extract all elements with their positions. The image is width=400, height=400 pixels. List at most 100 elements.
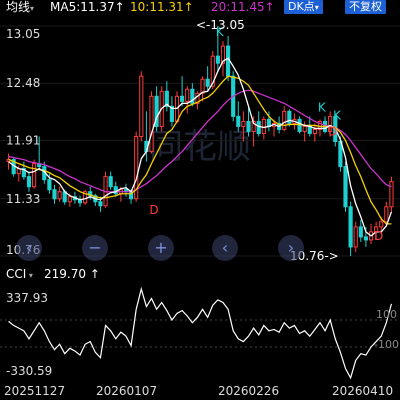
- x-tick-label: 20251127: [4, 384, 66, 398]
- candle-body: [389, 181, 394, 208]
- candle-body: [200, 78, 205, 94]
- candle: [103, 171, 108, 208]
- candle-body: [312, 128, 317, 134]
- signal-marker-k: K: [318, 100, 327, 114]
- candle: [389, 176, 394, 212]
- candle: [200, 76, 205, 102]
- candle-body: [287, 110, 292, 124]
- x-tick-label: 20260226: [218, 384, 280, 398]
- dropdown-icon: ▾: [314, 3, 319, 12]
- candle-body: [297, 118, 302, 132]
- candle-body: [225, 45, 231, 77]
- candle-body: [215, 55, 220, 64]
- cci-line: [8, 286, 393, 380]
- up-arrow-icon: ↑: [89, 267, 100, 281]
- indicator-select-label: 均线: [6, 0, 31, 14]
- cci-bottom-label: -330.59: [6, 364, 52, 378]
- candle-body: [241, 120, 246, 127]
- candle: [164, 81, 169, 112]
- ma20-value: 20:11.45↑: [211, 0, 275, 14]
- candle-body: [149, 95, 154, 153]
- cci-value: 219.70 ↑: [44, 267, 100, 281]
- candle: [154, 86, 159, 132]
- candle-body: [358, 226, 363, 238]
- ma5-label: MA5:11.37: [50, 0, 115, 14]
- candle: [220, 41, 226, 77]
- price-axis-labels: 13.0512.4811.9111.3310.76: [6, 27, 40, 257]
- candle-body: [363, 236, 369, 241]
- candle-body: [302, 125, 307, 132]
- candle: [83, 189, 88, 205]
- candle-body: [246, 120, 251, 132]
- dk-button[interactable]: DK点▾: [284, 0, 323, 14]
- price-chart[interactable]: 同花顺 KKDDKD 13.0512.4811.9111.3310.76 <-1…: [0, 0, 400, 262]
- candle: [205, 66, 210, 92]
- indicator-bar: 均线▾ MA5:11.37↑ 10:11.31↑ 20:11.45↑ DK点▾ …: [0, 0, 400, 16]
- plus-icon[interactable]: +: [148, 235, 174, 261]
- price-tick-label: 11.91: [6, 133, 40, 147]
- signal-marker-k: K: [333, 108, 342, 122]
- candle-body: [236, 115, 241, 127]
- up-arrow-icon: ↑: [183, 0, 194, 14]
- signal-marker-d: D: [149, 203, 158, 217]
- minus-icon[interactable]: −: [82, 235, 108, 261]
- cci-label: CCI: [6, 267, 27, 281]
- cci-low-label: -100: [374, 338, 399, 351]
- candle-body: [379, 221, 384, 228]
- chevron-left-icon[interactable]: ‹: [212, 235, 238, 261]
- cci-chart[interactable]: 337.93 -330.59 100 -100: [0, 282, 400, 382]
- candle-body: [180, 95, 185, 102]
- candle-body: [256, 120, 261, 134]
- candle-body: [57, 191, 62, 200]
- date-axis: 20251127 20260107 20260226 20260410: [0, 384, 400, 400]
- candle-body: [47, 179, 52, 191]
- cci-select[interactable]: CCI ▾: [6, 267, 33, 283]
- candle: [190, 83, 195, 107]
- x-tick-label: 20260107: [96, 384, 158, 398]
- chevron-right-icon[interactable]: ›: [278, 235, 304, 261]
- price-tick-label: 12.48: [6, 76, 40, 90]
- candle-body: [348, 206, 353, 248]
- candle: [358, 219, 363, 242]
- price-tick-label: 13.05: [6, 27, 40, 41]
- candle: [180, 76, 185, 107]
- candle: [195, 91, 200, 110]
- signal-marker-d: D: [374, 229, 383, 243]
- indicator-select[interactable]: 均线▾: [6, 0, 34, 16]
- candle-body: [113, 186, 118, 195]
- candle: [77, 195, 83, 207]
- candle: [93, 193, 98, 206]
- cci-header: CCI ▾ 219.70 ↑: [0, 266, 400, 282]
- candle: [368, 223, 374, 244]
- candle: [31, 159, 37, 189]
- candle: [348, 201, 353, 256]
- dropdown-icon: ▾: [30, 4, 35, 13]
- candle: [169, 96, 175, 127]
- candle: [26, 171, 32, 192]
- cci-high-label: 100: [376, 308, 397, 321]
- candle-body: [282, 110, 287, 130]
- candle-body: [261, 118, 266, 134]
- signal-marker-d: D: [328, 124, 337, 138]
- candle: [185, 86, 190, 114]
- candle-body: [52, 189, 57, 200]
- candle-body: [108, 176, 113, 188]
- candle-body: [185, 88, 190, 102]
- cci-value-label: 219.70: [44, 267, 86, 281]
- chevron-left-icon[interactable]: ‹: [16, 235, 42, 261]
- dropdown-icon: ▾: [26, 271, 33, 280]
- candle: [123, 183, 129, 197]
- rights-button[interactable]: 不复权: [345, 0, 386, 14]
- candle: [256, 111, 261, 137]
- rights-button-label: 不复权: [349, 0, 382, 13]
- watermark: 同花顺: [149, 127, 251, 167]
- cci-grid: [0, 319, 400, 348]
- candle-body: [343, 166, 348, 208]
- candle: [52, 184, 57, 204]
- candle: [353, 221, 358, 252]
- high-annotation: <-13.05: [196, 18, 245, 32]
- candle-body: [31, 163, 37, 188]
- candle-body: [67, 196, 72, 203]
- up-arrow-icon: ↑: [264, 0, 275, 14]
- candle: [343, 161, 348, 212]
